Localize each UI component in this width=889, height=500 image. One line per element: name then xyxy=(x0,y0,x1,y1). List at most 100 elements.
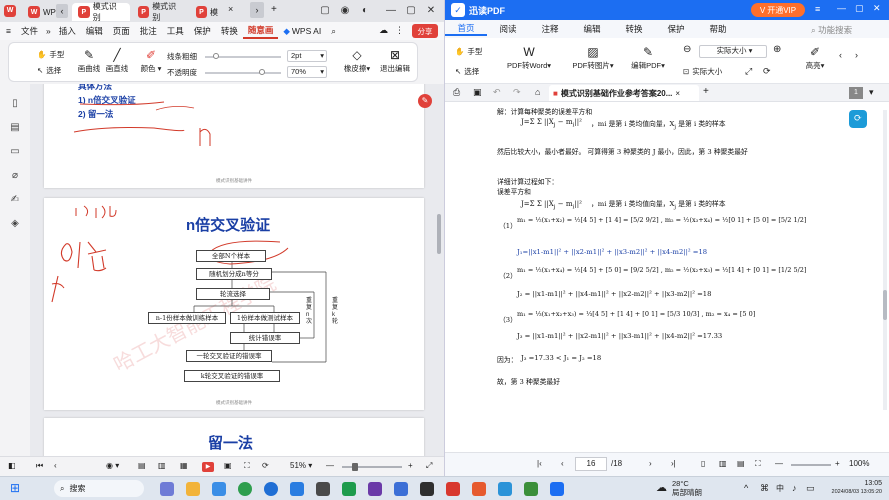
scrollbar-thumb[interactable] xyxy=(883,290,887,320)
app-icon-5[interactable] xyxy=(498,482,512,496)
last-page-icon[interactable]: ›| xyxy=(671,459,676,468)
app-icon-4[interactable] xyxy=(472,482,486,496)
weather-widget[interactable]: 28°C 局部晴朗 xyxy=(672,479,702,497)
signature-icon[interactable]: ✍ xyxy=(9,194,21,206)
edit-pdf-button[interactable]: ✎ 编辑PDF▾ xyxy=(623,44,673,71)
volume-icon[interactable]: ♪ xyxy=(792,483,797,493)
first-page-icon[interactable]: |‹ xyxy=(537,459,542,468)
menu-insert[interactable]: 插入 xyxy=(54,25,81,37)
wps-logo-icon[interactable]: W xyxy=(4,5,16,17)
minimize-icon[interactable]: — xyxy=(384,4,398,18)
start-icon[interactable]: ⊞ xyxy=(10,481,20,495)
thumbnail-icon[interactable]: ▤ xyxy=(9,122,21,134)
task-view-icon[interactable] xyxy=(160,482,174,496)
share-button[interactable]: 分享 xyxy=(412,24,438,38)
zoom-slider[interactable] xyxy=(791,464,831,466)
excel-icon[interactable] xyxy=(342,482,356,496)
color-picker[interactable]: ✐ 颜色 ▾ xyxy=(133,47,169,74)
bookmark-icon[interactable]: ▯ xyxy=(9,98,21,110)
double-page-icon[interactable]: ▥ xyxy=(158,461,166,470)
xundu-pdf-taskbar-icon[interactable] xyxy=(550,482,564,496)
tab-doc-2[interactable]: P 模式识别 xyxy=(132,2,188,22)
menu-convert[interactable]: 转换 xyxy=(216,25,243,37)
continuous-icon[interactable]: ▦ xyxy=(180,461,188,470)
wps-taskbar-icon[interactable] xyxy=(446,482,460,496)
function-search[interactable]: ⌕ 功能搜索 xyxy=(811,24,852,36)
first-page-icon[interactable]: ⏮ xyxy=(36,461,43,471)
menu-edit[interactable]: 编辑 xyxy=(571,23,613,35)
doc-tab[interactable]: ■ 模式识别基础作业参考答案20... × xyxy=(549,85,699,101)
fit-page-icon[interactable]: ▣ xyxy=(224,461,232,470)
menu-comment[interactable]: 批注 xyxy=(135,25,162,37)
search-box[interactable]: ⌕ 搜索 xyxy=(54,480,144,497)
visual-studio-icon[interactable] xyxy=(368,482,382,496)
pdf-to-image-button[interactable]: ▨ PDF转图片▾ xyxy=(565,44,621,71)
menu-edit[interactable]: 编辑 xyxy=(81,25,108,37)
menu-icon[interactable]: ≡ xyxy=(815,4,820,14)
close-icon[interactable]: × xyxy=(228,4,233,14)
zoom-in-icon[interactable]: + xyxy=(408,461,413,470)
select-tool[interactable]: ↖ 选择 xyxy=(455,66,479,77)
menu-annotate[interactable]: 注释 xyxy=(529,23,571,35)
tab-doc-1[interactable]: P 模式识别 xyxy=(72,2,130,22)
opacity-slider[interactable] xyxy=(205,72,281,74)
menu-page[interactable]: 页面 xyxy=(108,25,135,37)
weather-icon[interactable]: ☁ xyxy=(656,481,667,494)
more-right-icon[interactable]: › xyxy=(855,50,858,60)
add-tab-icon[interactable]: + xyxy=(703,86,709,97)
minimize-icon[interactable]: — xyxy=(837,3,846,13)
chrome-icon[interactable] xyxy=(238,482,252,496)
menu-file[interactable]: 文件 xyxy=(16,25,43,37)
actual-size-button[interactable]: ⊡ 实际大小 xyxy=(683,66,722,77)
scrollbar[interactable] xyxy=(883,110,887,410)
fit-icon[interactable]: ⤢ xyxy=(745,66,752,77)
opacity-knob[interactable] xyxy=(259,69,265,75)
scroll-mode-icon[interactable]: ▤ xyxy=(737,459,745,468)
menu-protect[interactable]: 保护 xyxy=(655,23,697,35)
file-explorer-icon[interactable] xyxy=(186,482,200,496)
ime-indicator[interactable]: 中 xyxy=(776,483,784,494)
highlight-button[interactable]: ✐ 高亮▾ xyxy=(797,44,833,71)
menu-tools[interactable]: 工具 xyxy=(162,25,189,37)
add-tab-icon[interactable]: + xyxy=(271,4,277,15)
close-window-icon[interactable]: ✕ xyxy=(424,4,438,18)
exit-edit-button[interactable]: ⊠ 退出编辑 xyxy=(377,47,413,74)
menu-convert[interactable]: 转换 xyxy=(613,23,655,35)
line-width-select[interactable]: 2pt ▾ xyxy=(287,50,327,62)
app-icon-2[interactable] xyxy=(316,482,330,496)
cloud-icon[interactable]: ☁ xyxy=(379,25,388,36)
user-avatar-icon[interactable]: ◉ xyxy=(338,4,352,18)
search-icon[interactable]: ⌕ xyxy=(326,26,341,37)
line-tool[interactable]: ╱ 画直线 xyxy=(99,47,135,74)
next-page-icon[interactable]: › xyxy=(649,459,652,468)
zoom-out-icon[interactable]: — xyxy=(326,461,334,470)
view-mode-icon[interactable]: ◉ ▾ xyxy=(106,461,119,470)
vip-button[interactable]: V 开通VIP xyxy=(751,3,805,17)
more-icon[interactable]: ▾ xyxy=(869,87,874,98)
chevron-right-icon[interactable]: › xyxy=(250,2,264,18)
app-icon-6[interactable] xyxy=(524,482,538,496)
play-icon[interactable]: ▶ xyxy=(202,462,214,472)
zoom-slider-knob[interactable] xyxy=(352,463,358,471)
page-number-input[interactable]: 16 xyxy=(575,457,607,471)
close-tab-icon[interactable]: × xyxy=(675,89,680,98)
layers-icon[interactable]: ◈ xyxy=(9,218,21,230)
close-window-icon[interactable]: ✕ xyxy=(873,3,881,14)
menu-draw[interactable]: 随意画 xyxy=(242,24,279,39)
tab-doc-3[interactable]: P 模 xyxy=(190,3,224,21)
edge-icon[interactable] xyxy=(264,482,278,496)
hand-tool[interactable]: ✋ 手型 xyxy=(455,46,482,57)
more-options-icon[interactable]: ⋮ xyxy=(395,25,404,36)
undo-icon[interactable]: ↶ xyxy=(493,87,501,98)
home-icon[interactable]: ⌂ xyxy=(535,87,540,97)
chevron-left-icon[interactable]: ‹ xyxy=(56,4,68,18)
vscode-icon[interactable] xyxy=(394,482,408,496)
pdf-to-word-button[interactable]: W PDF转Word▾ xyxy=(501,44,557,71)
app-icon-3[interactable] xyxy=(420,482,434,496)
scrollbar-thumb[interactable] xyxy=(437,214,441,254)
fullscreen-icon[interactable]: ⤢ xyxy=(426,461,432,471)
app-icon-1[interactable] xyxy=(290,482,304,496)
zoom-out-icon[interactable]: — xyxy=(775,459,783,468)
double-page-icon[interactable]: ▥ xyxy=(719,459,727,468)
battery-icon[interactable]: ▭ xyxy=(806,483,815,494)
